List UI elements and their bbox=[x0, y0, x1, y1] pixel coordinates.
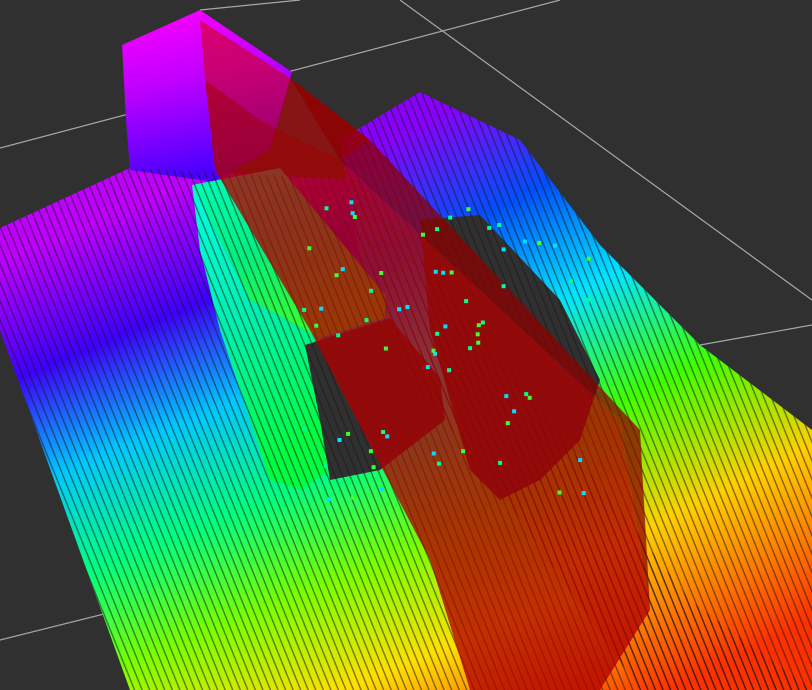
stray-point bbox=[369, 288, 374, 293]
stray-point bbox=[336, 333, 341, 338]
stray-point bbox=[352, 215, 357, 219]
stray-point bbox=[340, 267, 345, 272]
stray-point bbox=[326, 497, 331, 502]
stray-point bbox=[557, 490, 562, 495]
scene-canvas[interactable] bbox=[0, 0, 812, 690]
stray-point bbox=[323, 463, 328, 468]
stray-point bbox=[524, 392, 529, 397]
stray-point bbox=[568, 279, 573, 284]
stray-point bbox=[431, 451, 436, 456]
grid-line bbox=[699, 324, 812, 346]
stray-point bbox=[448, 215, 453, 220]
stray-point bbox=[334, 273, 339, 278]
stray-point bbox=[337, 438, 342, 442]
stray-point bbox=[302, 426, 307, 431]
stray-point bbox=[371, 465, 376, 470]
stray-point bbox=[381, 430, 386, 434]
stray-point bbox=[421, 232, 425, 237]
stray-point bbox=[578, 458, 583, 463]
stray-point bbox=[512, 409, 517, 414]
stray-point bbox=[433, 269, 438, 274]
stray-point bbox=[319, 306, 324, 311]
stray-point bbox=[466, 207, 471, 212]
stray-point bbox=[346, 431, 351, 436]
stray-point bbox=[350, 211, 355, 216]
3d-viewport[interactable] bbox=[0, 0, 812, 690]
stray-point bbox=[586, 256, 591, 261]
stray-point bbox=[431, 348, 436, 353]
stray-point bbox=[464, 299, 469, 304]
stray-point bbox=[498, 460, 503, 465]
stray-point bbox=[537, 241, 542, 245]
stray-point bbox=[405, 305, 410, 309]
stray-point bbox=[379, 271, 384, 275]
stray-point bbox=[436, 461, 441, 466]
stray-point bbox=[435, 227, 440, 232]
stray-point bbox=[497, 223, 502, 227]
stray-point bbox=[397, 307, 402, 312]
stray-point bbox=[476, 323, 481, 328]
stray-point bbox=[447, 368, 452, 373]
stray-point bbox=[443, 324, 448, 329]
stray-point bbox=[504, 394, 509, 399]
stray-point bbox=[368, 449, 373, 454]
stray-point bbox=[351, 495, 356, 500]
stray-point bbox=[487, 225, 492, 230]
stray-point bbox=[349, 200, 354, 205]
stray-point bbox=[435, 331, 440, 336]
stray-point bbox=[449, 270, 454, 275]
stray-point bbox=[522, 239, 527, 244]
stray-point bbox=[383, 346, 388, 351]
stray-point bbox=[505, 421, 510, 426]
stray-point bbox=[314, 323, 319, 328]
grid-line bbox=[199, 0, 301, 11]
stray-point bbox=[475, 332, 480, 337]
stray-point bbox=[527, 395, 532, 400]
stray-point bbox=[364, 318, 369, 323]
stray-point bbox=[380, 486, 384, 491]
stray-point bbox=[553, 243, 557, 248]
stray-point bbox=[586, 297, 591, 302]
stray-point bbox=[302, 307, 307, 312]
stray-point bbox=[501, 247, 506, 252]
stray-point bbox=[581, 491, 586, 495]
stray-point bbox=[501, 284, 506, 289]
stray-point bbox=[324, 206, 329, 211]
stray-point bbox=[425, 365, 430, 370]
stray-point bbox=[323, 477, 328, 482]
stray-point bbox=[385, 434, 390, 439]
stray-point bbox=[441, 270, 446, 275]
stray-point bbox=[468, 346, 473, 351]
stray-point bbox=[307, 246, 312, 251]
stray-point bbox=[476, 340, 481, 345]
stray-point bbox=[480, 320, 485, 325]
stray-point bbox=[461, 449, 466, 454]
